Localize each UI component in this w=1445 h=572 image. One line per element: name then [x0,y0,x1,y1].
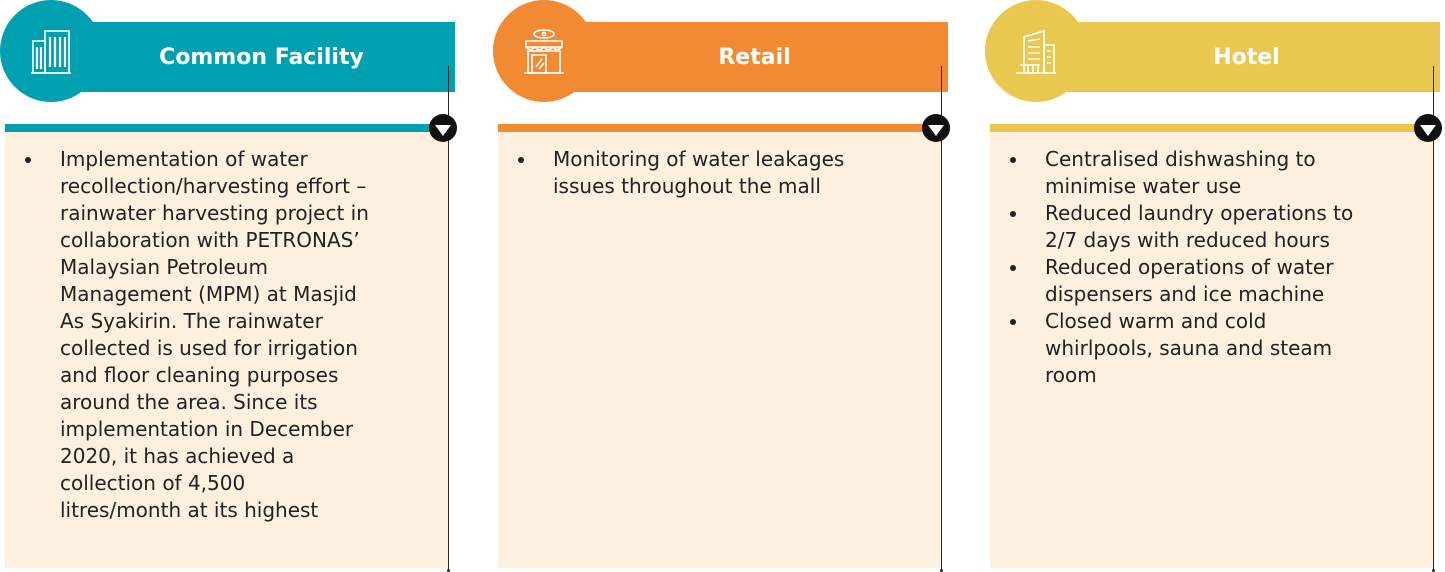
panel-divider [498,124,941,132]
caret-down-icon [429,114,457,142]
hotel-building-icon [985,0,1087,102]
panel-header: Common Facility [68,22,455,92]
bullet-list: Implementation of water recollection/har… [5,146,370,524]
list-item: Closed warm and cold whirlpools, sauna a… [990,308,1380,389]
storefront-icon [493,0,595,102]
list-item: Implementation of water recollection/har… [5,146,370,524]
caret-down-icon [1414,114,1442,142]
connector-line [940,66,943,572]
panel-hotel: Hotel Centralised dishwashing to minimis… [985,0,1445,572]
connector-line [447,66,450,572]
panel-retail: Retail Monitoring of water leakages issu… [493,0,953,572]
panel-common-facility: Common Facility Implementation of water … [0,0,460,572]
panel-title: Retail [718,44,791,70]
list-item: Centralised dishwashing to minimise wate… [990,146,1380,200]
connector-line [1432,66,1435,572]
panel-title: Hotel [1213,44,1280,70]
panel-divider [5,124,448,132]
panel-header: Retail [561,22,948,92]
bullet-list: Monitoring of water leakages issues thro… [498,146,873,200]
panel-divider [990,124,1433,132]
panel-title: Common Facility [159,44,364,70]
bullet-list: Centralised dishwashing to minimise wate… [990,146,1380,389]
list-item: Monitoring of water leakages issues thro… [498,146,873,200]
panel-header: Hotel [1053,22,1440,92]
caret-down-icon [922,114,950,142]
list-item: Reduced laundry operations to 2/7 days w… [990,200,1380,254]
list-item: Reduced operations of water dispensers a… [990,254,1380,308]
office-building-icon [0,0,102,102]
